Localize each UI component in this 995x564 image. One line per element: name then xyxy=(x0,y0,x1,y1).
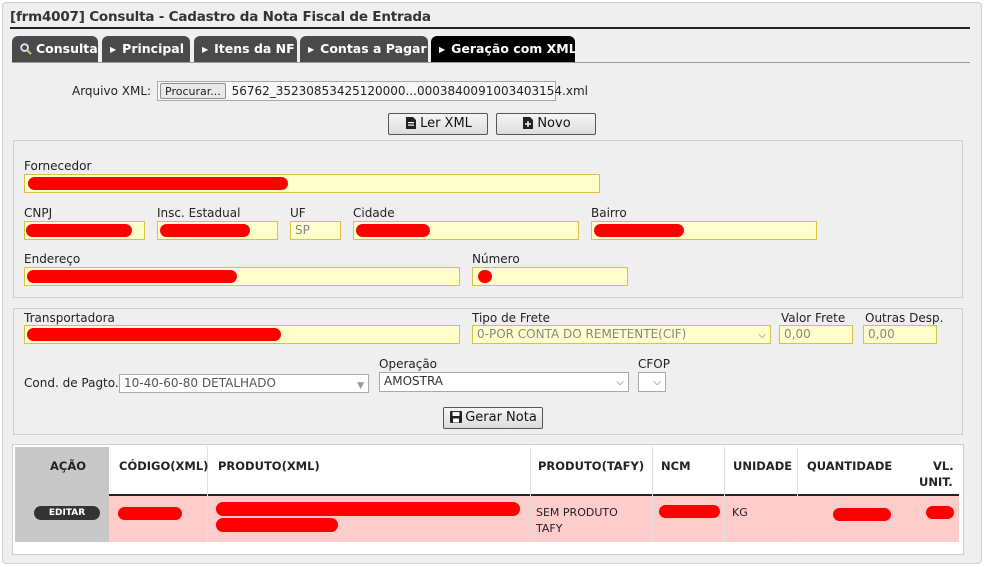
triangle-right-icon: ▶ xyxy=(439,45,446,54)
read-xml-button[interactable]: Ler XML xyxy=(388,113,488,135)
tab-geracao-xml[interactable]: ▶ Geração com XML xyxy=(431,36,577,62)
tipo-frete-label: Tipo de Frete xyxy=(472,311,551,325)
browse-button[interactable]: Procurar... xyxy=(160,83,226,99)
fornecedor-label: Fornecedor xyxy=(24,159,92,173)
produto-tafy-value-2: TAFY xyxy=(536,522,563,535)
redaction-mark xyxy=(216,518,338,532)
cnpj-label: CNPJ xyxy=(24,206,53,220)
redaction-mark xyxy=(659,505,720,518)
save-icon xyxy=(450,411,463,423)
column-divider xyxy=(530,447,531,542)
tab-principal[interactable]: ▶ Principal xyxy=(102,36,190,62)
header-produto-tafy: PRODUTO(TAFY) xyxy=(538,459,645,473)
xml-file-name: 56762_35230853425120000...00038400910034… xyxy=(231,84,588,98)
new-label: Novo xyxy=(537,116,571,131)
tab-itens-nf[interactable]: ▶ Itens da NF xyxy=(194,36,297,62)
redaction-mark xyxy=(27,328,281,341)
operacao-label: Operação xyxy=(379,357,438,371)
tab-label: Itens da NF xyxy=(214,41,295,56)
cond-pagto-value: 10-40-60-80 DETALHADO xyxy=(124,376,276,390)
cond-pagto-select[interactable]: 10-40-60-80 DETALHADO ▼ xyxy=(119,374,369,393)
cfop-select[interactable]: ⌵ xyxy=(638,372,666,392)
bairro-label: Bairro xyxy=(591,206,627,220)
header-unidade: UNIDADE xyxy=(733,459,793,473)
outras-despesas-field[interactable]: 0,00 xyxy=(863,325,937,344)
tab-label: Geração com XML xyxy=(451,41,577,56)
tipo-frete-value: 0-POR CONTA DO REMETENTE(CIF) xyxy=(477,327,687,341)
xml-file-input[interactable]: Procurar... 56762_35230853425120000...00… xyxy=(157,81,588,101)
redaction-mark xyxy=(356,224,430,237)
header-codigo: CÓDIGO(XML) xyxy=(119,459,209,473)
uf-field[interactable]: SP xyxy=(290,221,341,240)
redaction-mark xyxy=(833,508,891,521)
chevron-down-icon: ⌵ xyxy=(758,330,766,341)
redaction-mark xyxy=(216,502,520,516)
redaction-mark xyxy=(926,506,954,519)
tab-consulta[interactable]: Consulta xyxy=(12,36,98,62)
header-vl-unit-2: UNIT. xyxy=(919,475,953,489)
tab-label: Consulta xyxy=(36,41,98,56)
triangle-right-icon: ▶ xyxy=(110,45,117,54)
new-button[interactable]: Novo xyxy=(496,113,596,135)
row-divider xyxy=(109,494,959,496)
redaction-mark xyxy=(160,224,250,237)
title-divider xyxy=(10,27,970,29)
unidade-value: KG xyxy=(732,506,748,519)
gerar-nota-button[interactable]: Gerar Nota xyxy=(443,407,543,429)
triangle-right-icon: ▶ xyxy=(202,45,209,54)
redaction-mark xyxy=(478,270,492,283)
read-xml-label: Ler XML xyxy=(420,116,472,131)
cfop-label: CFOP xyxy=(638,357,670,371)
chevron-down-icon: ⌵ xyxy=(616,377,624,388)
redaction-mark xyxy=(28,177,288,190)
tab-divider xyxy=(12,62,970,63)
valor-frete-field[interactable]: 0,00 xyxy=(779,325,853,344)
endereco-label: Endereço xyxy=(24,252,81,266)
window-title: [frm4007] Consulta - Cadastro da Nota Fi… xyxy=(10,9,431,25)
tab-label: Contas a Pagar xyxy=(320,41,427,56)
header-produto-xml: PRODUTO(XML) xyxy=(218,459,320,473)
triangle-down-icon: ▼ xyxy=(357,381,364,391)
new-document-icon xyxy=(523,117,534,129)
redaction-mark xyxy=(26,224,132,237)
numero-field[interactable] xyxy=(472,267,628,286)
header-ncm: NCM xyxy=(661,459,691,473)
gerar-nota-label: Gerar Nota xyxy=(465,410,537,425)
edit-button[interactable]: EDITAR xyxy=(34,506,100,520)
redaction-mark xyxy=(118,507,182,520)
header-quantidade: QUANTIDADE xyxy=(807,459,893,473)
document-icon xyxy=(406,117,417,129)
tab-label: Principal xyxy=(122,41,185,56)
cond-pagto-label: Cond. de Pagto. xyxy=(24,376,119,390)
header-acao: AÇÃO xyxy=(50,459,87,473)
column-divider xyxy=(797,447,798,542)
ie-label: Insc. Estadual xyxy=(157,206,241,220)
chevron-down-icon: ⌵ xyxy=(653,377,661,388)
tipo-frete-select[interactable]: 0-POR CONTA DO REMETENTE(CIF) ⌵ xyxy=(472,325,771,344)
operacao-select[interactable]: AMOSTRA ⌵ xyxy=(379,372,629,392)
produto-tafy-value: SEM PRODUTO xyxy=(536,506,618,519)
triangle-right-icon: ▶ xyxy=(308,45,315,54)
redaction-mark xyxy=(27,270,237,283)
header-vl-unit: VL. xyxy=(933,459,954,473)
column-divider xyxy=(652,447,653,542)
search-icon xyxy=(20,38,32,64)
xml-file-label: Arquivo XML: xyxy=(72,84,152,98)
column-divider xyxy=(724,447,725,542)
redaction-mark xyxy=(594,224,684,237)
outras-despesas-label: Outras Desp. xyxy=(865,311,944,325)
cidade-label: Cidade xyxy=(353,206,395,220)
numero-label: Número xyxy=(472,252,520,266)
tab-contas-pagar[interactable]: ▶ Contas a Pagar xyxy=(300,36,428,62)
uf-label: UF xyxy=(290,206,306,220)
valor-frete-label: Valor Frete xyxy=(781,311,846,325)
transportadora-label: Transportadora xyxy=(24,311,115,325)
operacao-value: AMOSTRA xyxy=(384,374,444,388)
